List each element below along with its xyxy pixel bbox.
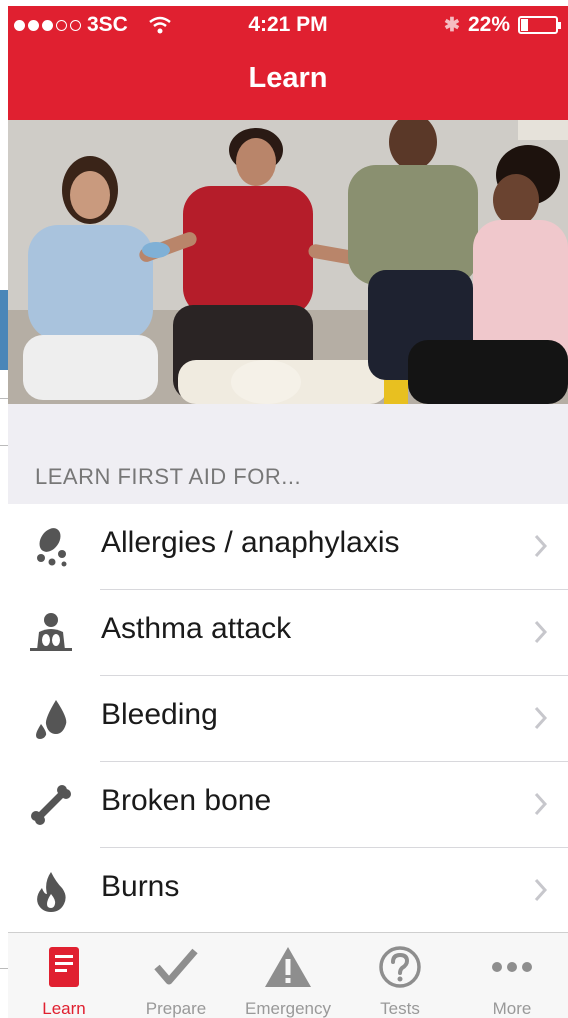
tab-bar: Learn Prepare Emergency Tests More [8,932,568,1018]
background-divider [0,968,8,969]
blood-drop-icon [36,700,67,739]
section-title: LEARN FIRST AID FOR... [35,464,302,489]
bone-icon [31,785,71,825]
list-item-asthma[interactable]: Asthma attack [8,590,568,676]
list-item-bleeding[interactable]: Bleeding [8,676,568,762]
list-item-label: Allergies / anaphylaxis [101,526,400,559]
tab-label: Emergency [245,999,331,1018]
allergy-icon [37,528,67,567]
list-item-label: Bleeding [101,698,218,731]
topic-list: Allergies / anaphylaxis Asthma attack Bl… [8,504,568,934]
battery-icon [518,16,561,34]
list-item-label: Burns [101,870,180,903]
tab-emergency[interactable]: Emergency [232,933,344,1018]
page-title: Learn [248,62,328,94]
chevron-right-icon [534,878,548,902]
question-icon [379,946,421,988]
tab-label: Learn [42,999,86,1018]
tab-label: More [492,999,532,1018]
more-icon [492,962,532,972]
warning-icon [265,947,311,987]
tab-learn[interactable]: Learn [8,933,120,1018]
checkmark-icon [154,948,198,985]
battery-percent: 22% [467,13,510,36]
bluetooth-icon: ✱ [444,14,460,36]
tab-tests[interactable]: Tests [344,933,456,1018]
list-item-label: Asthma attack [101,612,292,645]
hero-photo [8,120,568,404]
list-item-label: Broken bone [101,784,272,817]
tab-label: Prepare [145,999,207,1018]
list-item-allergies[interactable]: Allergies / anaphylaxis [8,504,568,590]
chevron-right-icon [534,706,548,730]
chevron-right-icon [534,792,548,816]
chevron-right-icon [534,620,548,644]
tab-prepare[interactable]: Prepare [120,933,232,1018]
background-divider [0,445,8,446]
list-item-burns[interactable]: Burns [8,848,568,934]
phone-screen: 3SC 4:21 PM ✱ 22% Learn LEARN FIRST AID … [8,6,568,1018]
status-right: ✱ 22% [444,13,561,37]
list-item-broken-bone[interactable]: Broken bone [8,762,568,848]
navigation-header: 3SC 4:21 PM ✱ 22% Learn [8,6,568,120]
tab-label: Tests [380,999,420,1018]
background-divider [0,398,8,399]
status-bar: 3SC 4:21 PM ✱ 22% [8,6,568,40]
tab-more[interactable]: More [456,933,568,1018]
asthma-icon [30,613,72,651]
flame-icon [37,872,66,912]
book-icon [49,947,79,987]
chevron-right-icon [534,534,548,558]
section-header: LEARN FIRST AID FOR... [8,404,568,504]
first-aid-class-image [8,120,568,404]
